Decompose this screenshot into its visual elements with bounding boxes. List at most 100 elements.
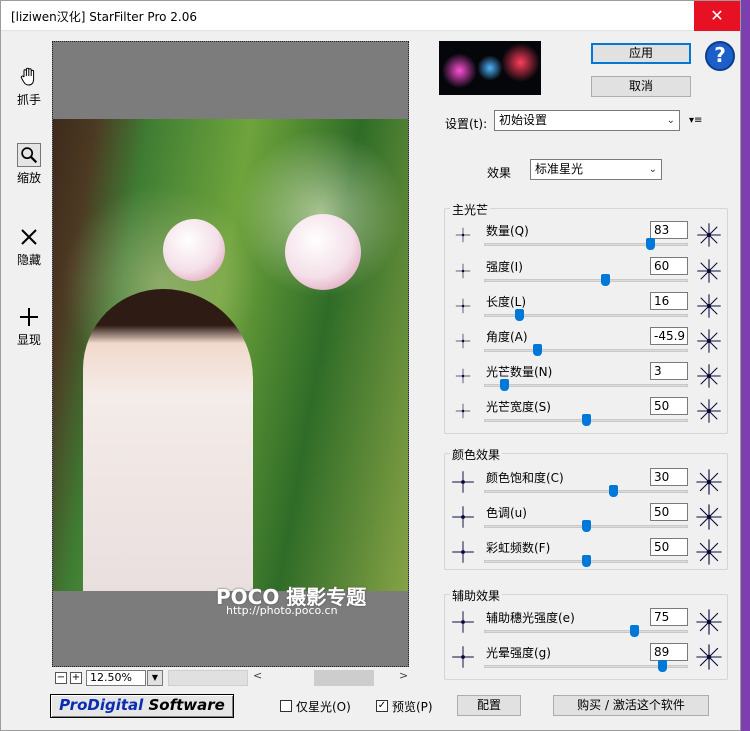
star-preview-icon bbox=[697, 259, 721, 283]
zoom-dropdown-button[interactable]: ▼ bbox=[147, 670, 163, 686]
slider-track[interactable] bbox=[484, 490, 688, 493]
buy-activate-button[interactable]: 购买 / 激活这个软件 bbox=[553, 695, 709, 716]
zoom-level-field[interactable]: 12.50% bbox=[86, 670, 146, 686]
watermark-url: http://photo.poco.cn bbox=[226, 604, 338, 617]
slider-label: 光晕强度(g) bbox=[486, 646, 551, 660]
preview-canvas[interactable] bbox=[52, 41, 409, 667]
stars-only-label: 仅星光(O) bbox=[296, 700, 351, 714]
slider-thumb[interactable] bbox=[657, 660, 667, 672]
star-small-icon bbox=[455, 368, 471, 384]
cross-icon bbox=[21, 229, 37, 245]
star-small-icon bbox=[455, 403, 471, 419]
group-main-rays-title: 主光芒 bbox=[450, 201, 491, 218]
starfilter-window: [liziwen汉化] StarFilter Pro 2.06 ✕ 抓手 缩放 … bbox=[0, 0, 741, 731]
star-preview-icon bbox=[697, 294, 721, 318]
slider-track[interactable] bbox=[484, 349, 688, 352]
scroll-left-arrow[interactable]: < bbox=[253, 669, 262, 682]
group-color-title: 颜色效果 bbox=[450, 446, 503, 463]
plus-icon bbox=[20, 308, 38, 326]
preview-checkbox[interactable]: ✓ bbox=[376, 700, 388, 712]
star-preview-icon bbox=[696, 609, 722, 635]
effect-label: 效果 bbox=[487, 166, 512, 180]
effect-combo[interactable]: 标准星光 ⌄ bbox=[530, 159, 662, 180]
tool-zoom-label: 缩放 bbox=[16, 171, 41, 185]
star-small-icon bbox=[455, 333, 471, 349]
slider-track[interactable] bbox=[484, 384, 688, 387]
apply-button[interactable]: 应用 bbox=[591, 43, 691, 64]
logo-prefix: ProDigital bbox=[59, 696, 144, 714]
logo-suffix: Software bbox=[143, 696, 225, 714]
slider-track[interactable] bbox=[484, 279, 688, 282]
slider-thumb[interactable] bbox=[499, 379, 509, 391]
lantern-right bbox=[285, 214, 361, 290]
cancel-button[interactable]: 取消 bbox=[591, 76, 691, 97]
zoom-out-button[interactable]: − bbox=[55, 672, 67, 684]
horizontal-scrollbar-track[interactable] bbox=[168, 670, 248, 686]
tool-show[interactable]: 显现 bbox=[9, 305, 49, 348]
star-small-icon bbox=[452, 611, 474, 633]
slider-label: 颜色饱和度(C) bbox=[486, 471, 564, 485]
hand-icon bbox=[20, 67, 35, 86]
config-button[interactable]: 配置 bbox=[457, 695, 521, 716]
settings-menu-icon[interactable]: ▾≡ bbox=[689, 115, 702, 126]
slider-label: 角度(A) bbox=[486, 330, 528, 344]
slider-thumb[interactable] bbox=[532, 344, 542, 356]
scroll-right-arrow[interactable]: > bbox=[399, 669, 408, 682]
slider-value-field[interactable]: 50 bbox=[650, 503, 688, 521]
preview-checkbox-label: 预览(P) bbox=[392, 700, 433, 714]
effect-value: 标准星光 bbox=[535, 162, 584, 176]
slider-value-field[interactable]: 89 bbox=[650, 643, 688, 661]
slider-thumb[interactable] bbox=[601, 274, 610, 286]
slider-value-field[interactable]: 16 bbox=[650, 292, 688, 310]
tool-zoom[interactable]: 缩放 bbox=[9, 143, 49, 186]
stars-only-checkbox[interactable] bbox=[280, 700, 292, 712]
tool-hand-label: 抓手 bbox=[16, 93, 41, 107]
title-bar: [liziwen汉化] StarFilter Pro 2.06 ✕ bbox=[1, 1, 740, 31]
help-button[interactable]: ? bbox=[705, 41, 735, 71]
settings-combo[interactable]: 初始设置 ⌄ bbox=[494, 110, 680, 131]
star-small-icon bbox=[452, 646, 474, 668]
scroll-thumb[interactable] bbox=[314, 670, 374, 686]
window-title: [liziwen汉化] StarFilter Pro 2.06 bbox=[11, 10, 197, 24]
star-preview-icon bbox=[696, 504, 722, 530]
slider-label: 彩虹频数(F) bbox=[486, 541, 551, 555]
slider-label: 数量(Q) bbox=[486, 224, 529, 238]
slider-label: 强度(I) bbox=[486, 260, 523, 274]
slider-label: 光芒数量(N) bbox=[486, 365, 553, 379]
prodigital-logo: ProDigital Software bbox=[50, 694, 234, 718]
preview-photo bbox=[53, 119, 408, 591]
zoom-in-button[interactable]: + bbox=[70, 672, 82, 684]
girl-figure bbox=[83, 289, 253, 591]
group-aux-title: 辅助效果 bbox=[450, 587, 503, 604]
slider-thumb[interactable] bbox=[581, 555, 591, 567]
slider-value-field[interactable]: 3 bbox=[650, 362, 688, 380]
slider-thumb[interactable] bbox=[630, 625, 640, 637]
star-preview-icon bbox=[697, 399, 721, 423]
chevron-down-icon: ⌄ bbox=[648, 164, 657, 175]
slider-thumb[interactable] bbox=[608, 485, 618, 497]
slider-track[interactable] bbox=[484, 630, 688, 633]
slider-value-field[interactable]: 60 bbox=[650, 257, 688, 275]
star-preview-icon bbox=[697, 329, 721, 353]
star-small-icon bbox=[452, 541, 474, 563]
slider-value-field[interactable]: 50 bbox=[650, 397, 688, 415]
slider-value-field[interactable]: 83 bbox=[650, 221, 688, 239]
star-preview-icon bbox=[697, 364, 721, 388]
tool-hide[interactable]: 隐藏 bbox=[9, 225, 49, 268]
slider-thumb[interactable] bbox=[581, 414, 591, 426]
magnifier-icon bbox=[17, 143, 41, 167]
slider-value-field[interactable]: 30 bbox=[650, 468, 688, 486]
slider-label: 光芒宽度(S) bbox=[486, 400, 551, 414]
star-small-icon bbox=[452, 506, 474, 528]
slider-track[interactable] bbox=[484, 243, 688, 246]
slider-value-field[interactable]: 50 bbox=[650, 538, 688, 556]
slider-thumb[interactable] bbox=[645, 238, 655, 250]
tool-show-label: 显现 bbox=[16, 333, 41, 347]
slider-thumb[interactable] bbox=[515, 309, 525, 321]
effect-thumbnail bbox=[439, 41, 541, 95]
slider-thumb[interactable] bbox=[581, 520, 591, 532]
slider-value-field[interactable]: 75 bbox=[650, 608, 688, 626]
slider-value-field[interactable]: -45.9 bbox=[650, 327, 688, 345]
close-button[interactable]: ✕ bbox=[694, 1, 740, 31]
tool-hand[interactable]: 抓手 bbox=[9, 65, 49, 108]
